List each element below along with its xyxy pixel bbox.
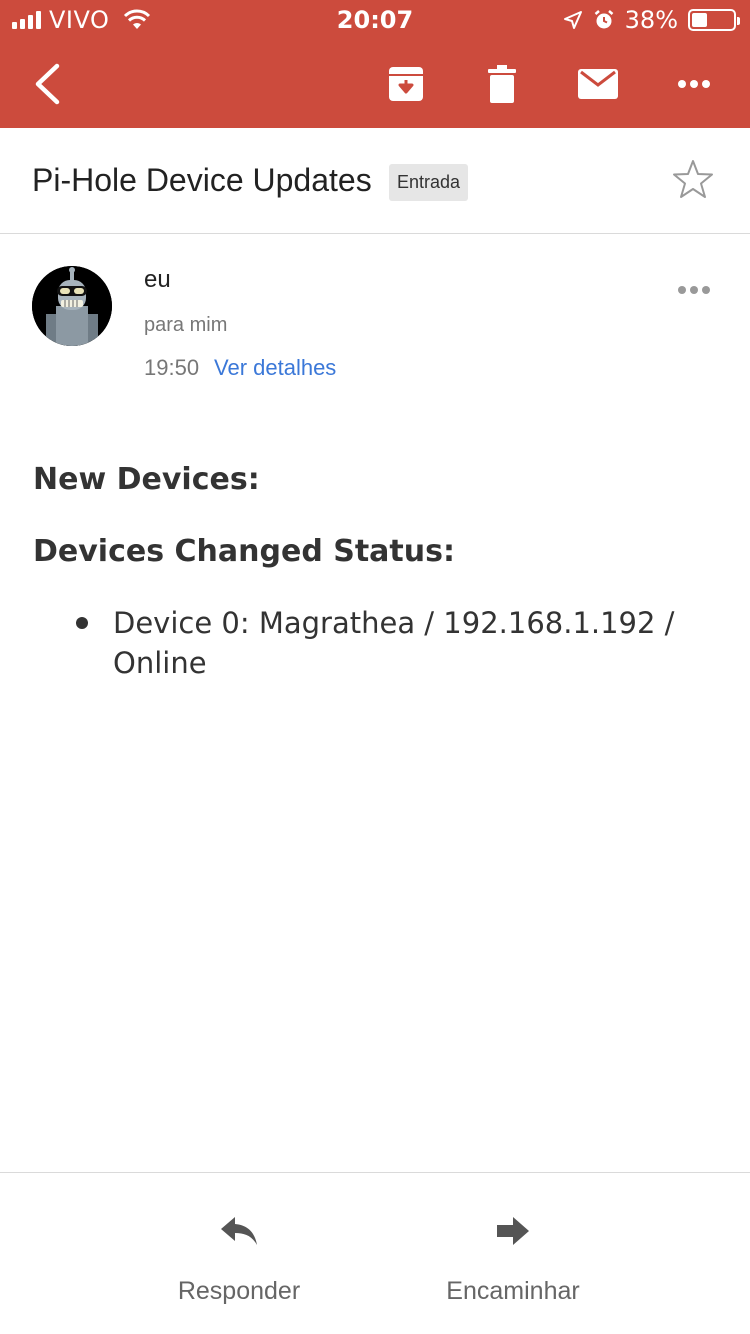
battery-percent: 38% [624,6,678,34]
battery-fill [692,13,708,27]
heading-new-devices: New Devices: [33,462,260,497]
email-subject: Pi-Hole Device Updates [32,162,372,198]
sender-name: eu [144,266,171,293]
chevron-left-icon [35,63,60,105]
more-horizontal-icon [678,286,710,294]
subject-row: Pi-Hole Device Updates Entrada [0,128,750,234]
bottom-action-bar: Responder Encaminhar [0,1172,750,1334]
inbox-label-chip[interactable]: Entrada [389,164,469,201]
forward-label: Encaminhar [446,1277,580,1305]
status-right: 38% [563,6,740,34]
robot-avatar-icon [32,266,112,346]
battery-icon [688,9,740,31]
app-header: VIVO 20:07 38% [0,0,750,128]
delete-button[interactable] [476,40,528,128]
recipient-text: para mim [144,314,228,336]
location-arrow-icon [563,11,582,29]
toolbar [0,40,750,128]
alarm-icon [594,10,613,29]
forward-button[interactable]: Encaminhar [420,1173,606,1334]
trash-icon [488,65,516,103]
forward-icon [497,1217,529,1245]
back-button[interactable] [22,40,72,128]
mail-icon [578,69,618,99]
received-time: 19:50 [144,355,200,380]
more-horizontal-icon [678,80,710,88]
sender-avatar[interactable] [32,266,112,346]
more-options-button[interactable] [668,40,720,128]
list-bullet [76,617,88,629]
view-details-link[interactable]: Ver detalhes [214,355,336,381]
star-button[interactable] [672,158,714,205]
list-item: Device 0: Magrathea / 192.168.1.192 / On… [113,606,675,680]
reply-button[interactable]: Responder [150,1173,328,1334]
mark-unread-button[interactable] [572,40,624,128]
status-bar: VIVO 20:07 38% [0,0,750,40]
archive-icon [389,67,423,101]
star-icon [673,160,713,198]
archive-button[interactable] [380,40,432,128]
reply-label: Responder [177,1277,301,1305]
message-more-button[interactable] [672,274,716,306]
heading-devices-changed: Devices Changed Status: [33,534,455,569]
reply-icon [221,1217,257,1245]
